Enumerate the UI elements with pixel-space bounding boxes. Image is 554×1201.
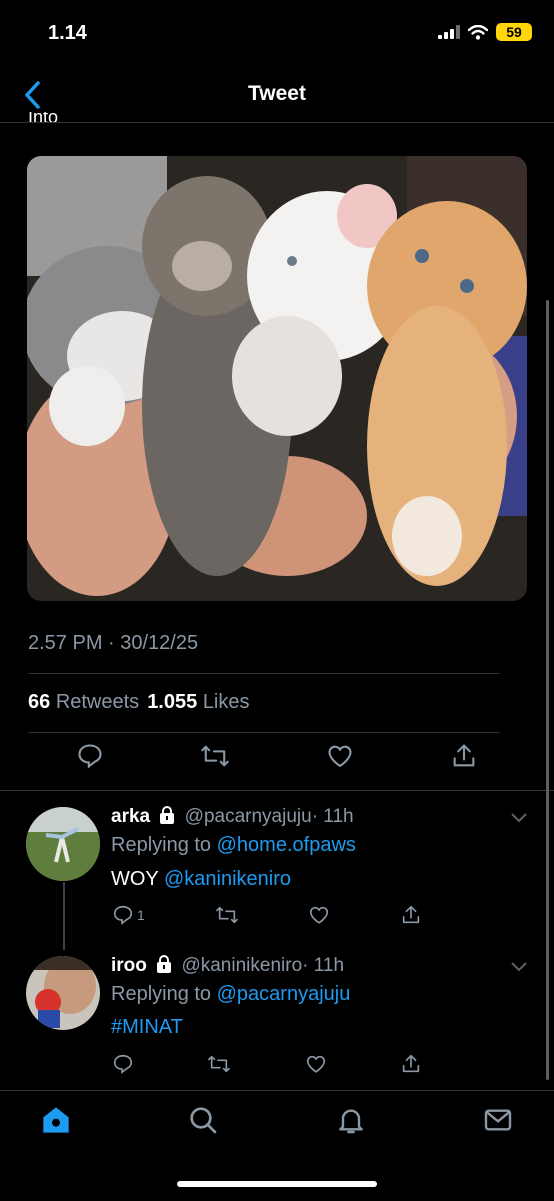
- like-button[interactable]: [326, 742, 354, 770]
- retweets-count: 66: [28, 691, 51, 713]
- reply-text: WOY @kaninikeniro: [111, 868, 291, 891]
- replying-to: Replying to @pacarnyajuju: [111, 983, 350, 1006]
- tweet-text-cut: Into: [28, 112, 59, 122]
- retweet-icon: [201, 745, 229, 767]
- reply-author-name[interactable]: arka: [111, 806, 150, 827]
- divider: [28, 673, 500, 674]
- retweets-stat[interactable]: 66 Retweets: [28, 691, 139, 714]
- retweet-icon: [208, 1055, 231, 1073]
- divider: [28, 732, 500, 733]
- reply-author-name[interactable]: iroo: [111, 955, 147, 976]
- page-title: Tweet: [248, 82, 306, 105]
- avatar[interactable]: [26, 807, 100, 881]
- heart-icon: [328, 745, 352, 768]
- share-icon: [402, 1054, 420, 1073]
- reply-text-plain: WOY: [111, 868, 159, 890]
- nav-messages[interactable]: [482, 1104, 514, 1141]
- likes-count: 1.055: [147, 691, 198, 713]
- mail-icon: [484, 1109, 512, 1131]
- tweet-actions: [28, 742, 526, 770]
- share-icon: [453, 744, 475, 767]
- status-icons: 59: [438, 23, 532, 41]
- reply-icon: [113, 905, 133, 925]
- share-button[interactable]: [400, 1053, 422, 1075]
- mention-link[interactable]: @kaninikeniro: [164, 868, 291, 890]
- reply-button[interactable]: [112, 1053, 134, 1075]
- reply-header: arka @pacarnyajuju· 11h: [111, 806, 354, 828]
- reply-actions: 1: [112, 904, 422, 926]
- wifi-icon: [468, 24, 488, 40]
- share-button[interactable]: [450, 742, 478, 770]
- home-icon: [43, 1107, 69, 1133]
- reply-time: · 11h: [311, 806, 354, 827]
- avatar[interactable]: [26, 956, 100, 1030]
- reply-time: · 11h: [302, 955, 345, 976]
- search-icon: [190, 1107, 217, 1134]
- retweet-button[interactable]: [207, 1053, 231, 1075]
- nav-home[interactable]: [40, 1104, 72, 1141]
- bottom-nav-items: [40, 1104, 514, 1141]
- replying-to-link[interactable]: @pacarnyajuju: [217, 983, 351, 1005]
- retweets-label: Retweets: [55, 691, 140, 713]
- battery-indicator: 59: [496, 23, 532, 41]
- lock-icon: [157, 955, 172, 973]
- heart-icon: [310, 906, 329, 924]
- status-time: 1.14: [48, 22, 87, 44]
- divider: [0, 790, 554, 791]
- home-indicator: [177, 1181, 377, 1187]
- avatar-image: [26, 807, 100, 881]
- reply-author-handle[interactable]: @kaninikeniro: [181, 955, 302, 976]
- bell-icon: [338, 1109, 363, 1134]
- reply-icon: [78, 744, 102, 769]
- reply-button[interactable]: [76, 742, 104, 770]
- retweet-button[interactable]: [215, 904, 239, 926]
- reply-button[interactable]: 1: [112, 904, 145, 926]
- chevron-down-icon[interactable]: [510, 810, 528, 824]
- retweet-button[interactable]: [200, 742, 230, 770]
- thread-line: [63, 882, 65, 950]
- replying-prefix: Replying to: [111, 834, 212, 856]
- replying-to: Replying to @home.ofpaws: [111, 834, 356, 857]
- avatar-image: [26, 956, 100, 1030]
- heart-icon: [306, 1055, 325, 1073]
- reply-actions: [112, 1053, 422, 1075]
- share-icon: [402, 905, 420, 924]
- signal-icon: [438, 25, 460, 39]
- reply-count: 1: [137, 907, 145, 923]
- likes-stat[interactable]: 1.055 Likes: [147, 691, 249, 714]
- nav-notifications[interactable]: [335, 1104, 367, 1141]
- header-divider: [0, 122, 554, 123]
- likes-label: Likes: [202, 691, 250, 713]
- replying-prefix: Replying to: [111, 983, 212, 1005]
- like-button[interactable]: [305, 1053, 327, 1075]
- share-button[interactable]: [400, 904, 422, 926]
- hashtag-link[interactable]: #MINAT: [111, 1016, 183, 1038]
- nav-search[interactable]: [187, 1104, 219, 1141]
- kittens-image: [27, 156, 527, 601]
- replying-to-link[interactable]: @home.ofpaws: [217, 834, 356, 856]
- retweet-icon: [215, 906, 238, 924]
- tweet-stats: 66 Retweets 1.055 Likes: [28, 691, 250, 714]
- tweet-photo[interactable]: [27, 156, 527, 601]
- lock-icon: [160, 806, 175, 824]
- like-button[interactable]: [308, 904, 330, 926]
- reply-icon: [113, 1054, 133, 1074]
- reply-author-handle[interactable]: @pacarnyajuju: [185, 806, 312, 827]
- reply-header: iroo @kaninikeniro· 11h: [111, 955, 344, 977]
- scrollbar[interactable]: [546, 300, 549, 1080]
- reply-text: #MINAT: [111, 1016, 183, 1039]
- chevron-down-icon[interactable]: [510, 959, 528, 973]
- tweet-timestamp: 2.57 PM · 30/12/25: [28, 632, 199, 654]
